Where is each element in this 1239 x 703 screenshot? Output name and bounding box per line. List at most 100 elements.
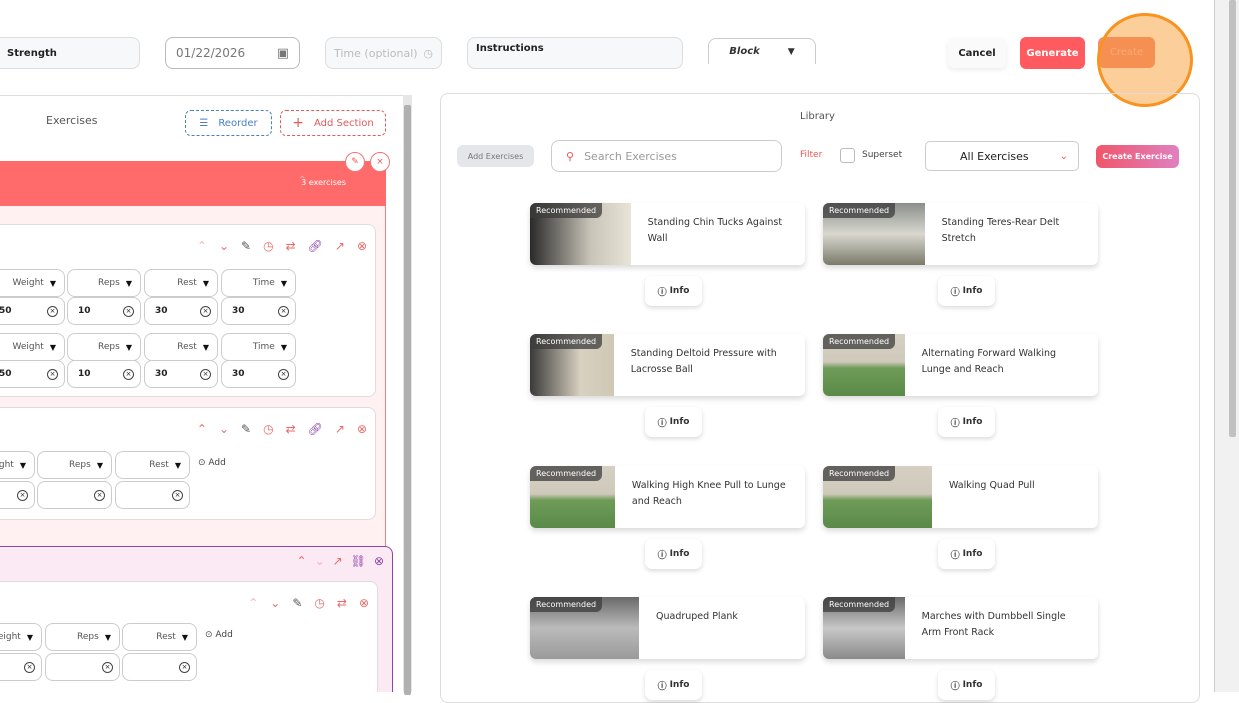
column-header-select[interactable]: Veight ▼ <box>0 623 42 651</box>
clear-icon[interactable]: × <box>94 489 105 501</box>
clear-icon[interactable]: × <box>47 305 58 317</box>
set-value-input[interactable]: 30 × <box>144 297 218 325</box>
unlink-icon[interactable]: ⛓ <box>351 554 366 568</box>
clear-icon[interactable]: × <box>123 368 134 380</box>
column-header-select[interactable]: Reps ▼ <box>37 451 112 479</box>
column-header-select[interactable]: Rest ▼ <box>115 451 190 479</box>
column-header-select[interactable]: Rest ▼ <box>122 623 197 651</box>
set-value-input[interactable]: × <box>45 653 120 681</box>
column-header-select[interactable]: Reps ▼ <box>67 333 141 361</box>
add-section-button[interactable]: + Add Section <box>280 110 386 136</box>
info-button[interactable]: ⓘ Info <box>938 407 995 437</box>
exercises-scrollbar[interactable] <box>403 95 412 695</box>
clear-icon[interactable]: × <box>17 489 28 501</box>
library-exercise-card[interactable]: Recommended Standing Teres-Rear Delt Stre… <box>823 203 1098 265</box>
library-exercise-card[interactable]: Recommended Walking Quad Pull <box>823 466 1098 528</box>
cancel-button[interactable]: Cancel <box>948 38 1006 68</box>
column-header-select[interactable]: Rest ▼ <box>144 269 218 297</box>
move-up-icon[interactable]: ⌃ <box>197 239 207 253</box>
set-value-input[interactable]: × <box>115 481 190 509</box>
clear-icon[interactable]: × <box>123 305 134 317</box>
library-exercise-card[interactable]: Recommended Alternating Forward Walking L… <box>823 334 1098 396</box>
info-button[interactable]: ⓘ Info <box>645 539 702 569</box>
remove-icon[interactable]: ⊗ <box>374 554 384 568</box>
clear-icon[interactable]: × <box>172 489 183 501</box>
swap-icon[interactable]: ⇄ <box>286 422 296 436</box>
edit-icon[interactable]: ✎ <box>241 239 251 253</box>
clear-icon[interactable]: × <box>278 368 289 380</box>
swap-icon[interactable]: ⇄ <box>337 596 347 610</box>
clock-icon[interactable]: ◷ <box>314 596 324 610</box>
set-value-input[interactable]: 10 × <box>67 360 141 388</box>
search-input[interactable]: ⚲ Search Exercises <box>551 140 782 172</box>
category-select[interactable]: All Exercises ⌄ <box>925 141 1079 171</box>
move-down-icon[interactable]: ⌄ <box>219 239 229 253</box>
swap-icon[interactable]: ⇄ <box>286 239 296 253</box>
column-header-select[interactable]: Weight ▼ <box>0 269 65 297</box>
set-value-input[interactable]: × <box>0 481 35 509</box>
set-value-input[interactable]: 50 × <box>0 360 65 388</box>
move-down-icon[interactable]: ⌄ <box>270 596 280 610</box>
filter-button[interactable]: Filter <box>800 150 822 160</box>
section-header[interactable]: 3 exercises ⌃ ⌄ <box>0 161 386 206</box>
clear-icon[interactable]: × <box>179 661 190 673</box>
time-field[interactable]: Time (optional) ◷ <box>325 37 442 69</box>
date-field[interactable]: 01/22/2026 ▣ <box>165 37 300 69</box>
column-header-select[interactable]: Time ▼ <box>221 333 296 361</box>
column-header-select[interactable]: Reps ▼ <box>67 269 141 297</box>
delete-section-icon[interactable]: × <box>370 152 390 172</box>
move-up-icon[interactable]: ⌃ <box>297 554 307 568</box>
column-header-select[interactable]: Weight ▼ <box>0 333 65 361</box>
info-button[interactable]: ⓘ Info <box>938 539 995 569</box>
block-select[interactable]: Block ▼ <box>708 38 816 64</box>
move-down-icon[interactable]: ⌄ <box>315 554 325 568</box>
add-exercises-button[interactable]: Add Exercises <box>457 145 534 167</box>
open-external-icon[interactable]: ↗ <box>335 422 345 436</box>
remove-icon[interactable]: ⊗ <box>359 596 369 610</box>
set-value-input[interactable]: × <box>0 653 42 681</box>
superset-checkbox[interactable] <box>840 148 855 163</box>
column-header-select[interactable]: Time ▼ <box>221 269 296 297</box>
instructions-field[interactable]: Instructions <box>467 37 683 69</box>
set-value-input[interactable]: × <box>122 653 197 681</box>
create-exercise-button[interactable]: Create Exercise <box>1096 145 1179 168</box>
set-value-input[interactable]: × <box>37 481 112 509</box>
add-column-button[interactable]: ⊙ Add <box>198 458 226 468</box>
library-exercise-card[interactable]: Recommended Quadruped Plank <box>530 597 805 659</box>
set-value-input[interactable]: 30 × <box>144 360 218 388</box>
edit-section-icon[interactable]: ✎ <box>345 152 365 172</box>
clock-icon[interactable]: ◷ <box>263 239 273 253</box>
info-button[interactable]: ⓘ Info <box>645 276 702 306</box>
info-button[interactable]: ⓘ Info <box>645 670 702 700</box>
move-down-icon[interactable]: ⌄ <box>219 422 229 436</box>
reorder-button[interactable]: ☰ Reorder <box>185 110 272 136</box>
library-exercise-card[interactable]: Recommended Standing Chin Tucks Against W… <box>530 203 805 265</box>
set-value-input[interactable]: 50 × <box>0 297 65 325</box>
remove-icon[interactable]: ⊗ <box>357 239 367 253</box>
column-header-select[interactable]: ight ▼ <box>0 451 35 479</box>
clear-icon[interactable]: × <box>200 305 211 317</box>
page-scrollbar[interactable] <box>1214 0 1239 692</box>
set-value-input[interactable]: 30 × <box>221 360 296 388</box>
column-header-select[interactable]: Reps ▼ <box>45 623 120 651</box>
link-icon[interactable]: 🔗︎ <box>308 239 323 253</box>
open-external-icon[interactable]: ↗ <box>335 239 345 253</box>
workout-type-field[interactable]: Strength <box>0 37 140 69</box>
move-up-icon[interactable]: ⌃ <box>248 596 258 610</box>
info-button[interactable]: ⓘ Info <box>645 407 702 437</box>
clear-icon[interactable]: × <box>102 661 113 673</box>
info-button[interactable]: ⓘ Info <box>938 276 995 306</box>
edit-icon[interactable]: ✎ <box>241 422 251 436</box>
clear-icon[interactable]: × <box>200 368 211 380</box>
library-exercise-card[interactable]: Recommended Standing Deltoid Pressure wit… <box>530 334 805 396</box>
move-up-icon[interactable]: ⌃ <box>197 422 207 436</box>
clear-icon[interactable]: × <box>278 305 289 317</box>
add-column-button[interactable]: ⊙ Add <box>205 630 233 640</box>
edit-icon[interactable]: ✎ <box>292 596 302 610</box>
clock-icon[interactable]: ◷ <box>263 422 273 436</box>
link-icon[interactable]: 🔗︎ <box>308 422 323 436</box>
move-arrows-icon[interactable]: ⌃ ⌄ <box>298 175 318 186</box>
clear-icon[interactable]: × <box>24 661 35 673</box>
library-exercise-card[interactable]: Recommended Walking High Knee Pull to Lun… <box>530 466 805 528</box>
info-button[interactable]: ⓘ Info <box>938 670 995 700</box>
